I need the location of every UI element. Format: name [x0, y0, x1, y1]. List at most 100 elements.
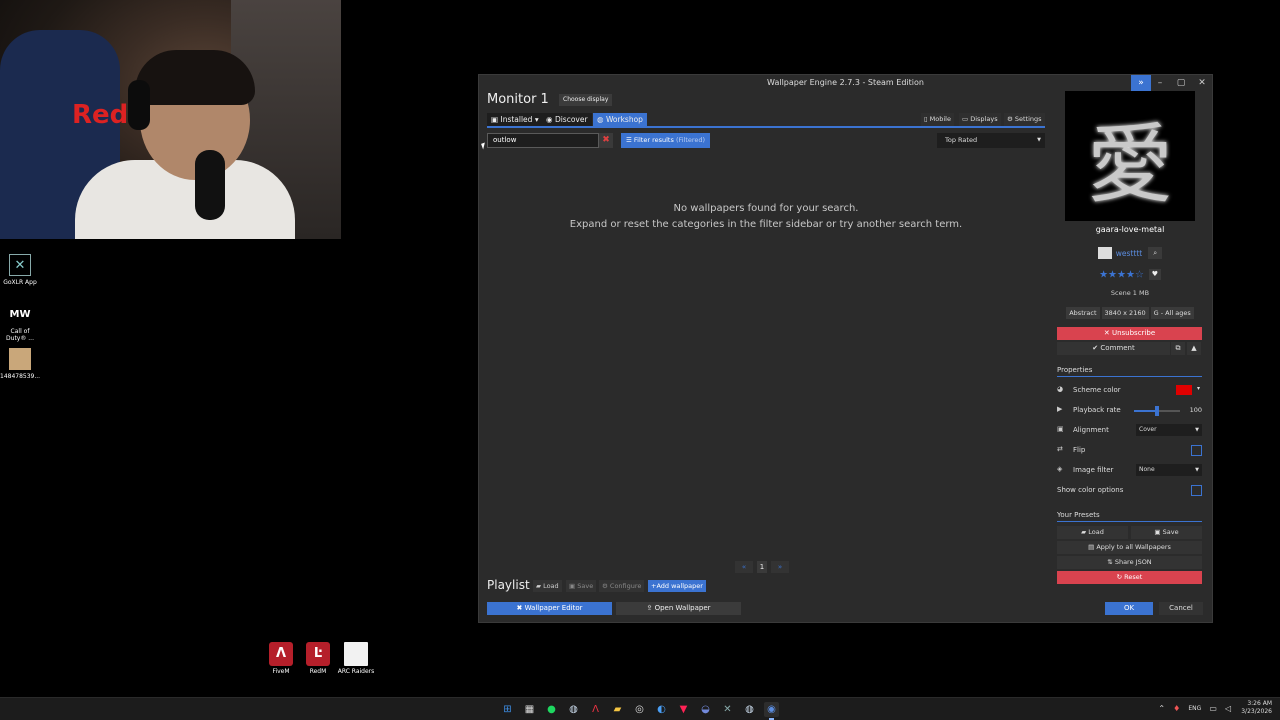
- volume-icon[interactable]: ◁: [1225, 704, 1231, 713]
- calendar-icon[interactable]: ▦: [522, 702, 537, 717]
- wallpaper-preview[interactable]: 愛: [1065, 91, 1195, 221]
- next-page-icon[interactable]: »: [771, 561, 789, 573]
- chrome-icon[interactable]: ◎: [632, 702, 647, 717]
- flip-checkbox[interactable]: [1191, 445, 1202, 456]
- minimize-icon[interactable]: –: [1149, 75, 1171, 91]
- apply-all-button[interactable]: ▤ Apply to all Wallpapers: [1057, 541, 1202, 554]
- caret-down-icon[interactable]: ▾: [1197, 385, 1200, 392]
- add-wallpaper-button[interactable]: +Add wallpaper: [648, 580, 706, 592]
- clock[interactable]: 3:26 AM 3/23/2026: [1241, 700, 1272, 716]
- slider-thumb[interactable]: [1155, 406, 1159, 416]
- tab-workshop[interactable]: ◍ Workshop: [593, 113, 647, 126]
- search-input[interactable]: outlow: [487, 133, 599, 148]
- alignment-dropdown[interactable]: Cover ▼: [1136, 424, 1202, 436]
- desktop-icon-arc-raiders[interactable]: ARC Raiders: [336, 642, 376, 675]
- image-icon: ▣: [1057, 425, 1064, 433]
- ok-button[interactable]: OK: [1105, 602, 1153, 615]
- preset-save-button[interactable]: ▣ Save: [1131, 526, 1202, 539]
- windows-start-icon[interactable]: ⊞: [500, 702, 515, 717]
- image-filter-dropdown[interactable]: None ▼: [1136, 464, 1202, 476]
- wallpaper-engine-icon[interactable]: ◉: [764, 702, 779, 720]
- clear-search-icon[interactable]: ✖: [599, 133, 613, 148]
- monitor-title: Monitor 1: [487, 92, 549, 107]
- retweet-icon: ⇅: [1107, 558, 1113, 566]
- gears-icon: ⚙: [602, 582, 608, 590]
- heart-icon[interactable]: ♥: [1148, 269, 1161, 280]
- images-icon: ▤: [1088, 543, 1095, 551]
- page-number[interactable]: 1: [757, 561, 767, 573]
- folder-icon[interactable]: ▰: [610, 702, 625, 717]
- reset-button[interactable]: ↻ Reset: [1057, 571, 1202, 584]
- color-picker[interactable]: [1176, 385, 1192, 395]
- playlist-load-button[interactable]: ▰ Load: [533, 580, 562, 592]
- steam-icon[interactable]: ◍: [742, 702, 757, 717]
- desktop-icon-fivem[interactable]: Λ FiveM: [261, 642, 301, 675]
- comment-button[interactable]: ✔ Comment: [1057, 342, 1170, 355]
- compass-icon: ◉: [546, 115, 553, 124]
- tag[interactable]: Abstract: [1066, 307, 1100, 319]
- swap-icon: ⇄: [1057, 445, 1063, 453]
- tab-mobile[interactable]: ▯ Mobile: [921, 113, 954, 126]
- language-indicator[interactable]: ENG: [1188, 705, 1201, 712]
- close-icon[interactable]: ✕: [1191, 75, 1213, 91]
- preset-load-button[interactable]: ▰ Load: [1057, 526, 1128, 539]
- cancel-button[interactable]: Cancel: [1159, 602, 1203, 615]
- chevron-down-icon: ▼: [1195, 467, 1199, 473]
- maximize-icon[interactable]: ▢: [1170, 75, 1192, 91]
- desktop-icon-image[interactable]: 148478539...: [0, 348, 40, 380]
- edge-icon[interactable]: ◐: [654, 702, 669, 717]
- prop-playback-rate: ▶ Playback rate 100: [1057, 405, 1202, 416]
- save-disk-icon: ▣: [569, 582, 576, 590]
- taskbar: ⊞ ▦ ● ◍ Λ ▰ ◎ ◐ ▼ ◒ ✕ ◍ ◉ ⌃ ♦ ENG ▭ ◁ 3:…: [0, 697, 1280, 720]
- desktop-icon-goxlr[interactable]: ✕ GoXLR App: [0, 254, 40, 286]
- tab-discover[interactable]: ◉ Discover: [542, 113, 592, 126]
- prop-image-filter: ◈ Image filter None ▼: [1057, 464, 1202, 478]
- sort-dropdown[interactable]: Top Rated ▼: [937, 133, 1045, 148]
- steam-icon[interactable]: ◍: [566, 702, 581, 717]
- choose-display-button[interactable]: Choose display: [559, 94, 613, 106]
- warning-icon[interactable]: ▲: [1187, 342, 1201, 355]
- file-icon: [344, 642, 368, 666]
- prop-flip: ⇄ Flip: [1057, 444, 1202, 458]
- tab-installed[interactable]: ▣ Installed ▾: [487, 113, 543, 126]
- filter-results-button[interactable]: ☰ Filter results (Filtered): [621, 133, 711, 148]
- open-wallpaper-button[interactable]: ⇪ Open Wallpaper: [616, 602, 741, 615]
- star-icon: ★: [1108, 269, 1118, 281]
- network-icon[interactable]: ▭: [1209, 704, 1217, 713]
- spotify-icon[interactable]: ●: [544, 702, 559, 717]
- divider: [1057, 521, 1202, 522]
- star-icon: ★: [1117, 269, 1126, 281]
- goxlr-icon: ✕: [9, 254, 31, 276]
- unsubscribe-button[interactable]: ✕ Unsubscribe: [1057, 327, 1202, 340]
- brave-icon[interactable]: ▼: [676, 702, 691, 717]
- show-color-options-checkbox[interactable]: [1191, 485, 1202, 496]
- tag[interactable]: 3840 x 2160: [1101, 307, 1149, 319]
- copy-icon[interactable]: ⧉: [1171, 342, 1185, 355]
- desktop-icon-call-of-duty[interactable]: MW Call of Duty® ...: [0, 303, 40, 343]
- prev-page-icon[interactable]: «: [735, 561, 753, 573]
- wallpaper-meta: Scene 1 MB: [1110, 289, 1150, 297]
- tag[interactable]: G - All ages: [1150, 307, 1194, 319]
- upload-icon: ⇪: [646, 604, 653, 612]
- playback-rate-slider[interactable]: [1134, 406, 1180, 416]
- expand-icon[interactable]: »: [1131, 75, 1151, 91]
- chevron-up-icon[interactable]: ⌃: [1158, 704, 1165, 713]
- title-bar[interactable]: Wallpaper Engine 2.7.3 - Steam Edition »…: [479, 75, 1212, 91]
- list-filter-icon: ☰: [626, 136, 632, 144]
- share-json-button[interactable]: ⇅ Share JSON: [1057, 556, 1202, 569]
- desktop-icon-redm[interactable]: Ŀ RedM: [298, 642, 338, 675]
- tab-displays[interactable]: ▭ Displays: [959, 113, 1001, 126]
- playlist-save-button[interactable]: ▣ Save: [566, 580, 597, 592]
- tab-settings[interactable]: ⚙ Settings: [1004, 113, 1045, 126]
- goxlr-icon[interactable]: ✕: [720, 702, 735, 717]
- search-icon[interactable]: ⌕: [1148, 247, 1163, 259]
- playlist-configure-button[interactable]: ⚙ Configure: [599, 580, 645, 592]
- discord-icon[interactable]: ◒: [698, 702, 713, 717]
- fivem-icon[interactable]: Λ: [588, 702, 603, 717]
- author-link[interactable]: westttt: [1116, 249, 1142, 258]
- prop-show-color-options: Show color options: [1057, 484, 1202, 498]
- playlist-title: Playlist: [487, 578, 530, 592]
- microphone-icon[interactable]: ♦: [1173, 704, 1180, 713]
- wallpaper-editor-button[interactable]: ✖ Wallpaper Editor: [487, 602, 612, 615]
- avatar[interactable]: [1097, 247, 1112, 259]
